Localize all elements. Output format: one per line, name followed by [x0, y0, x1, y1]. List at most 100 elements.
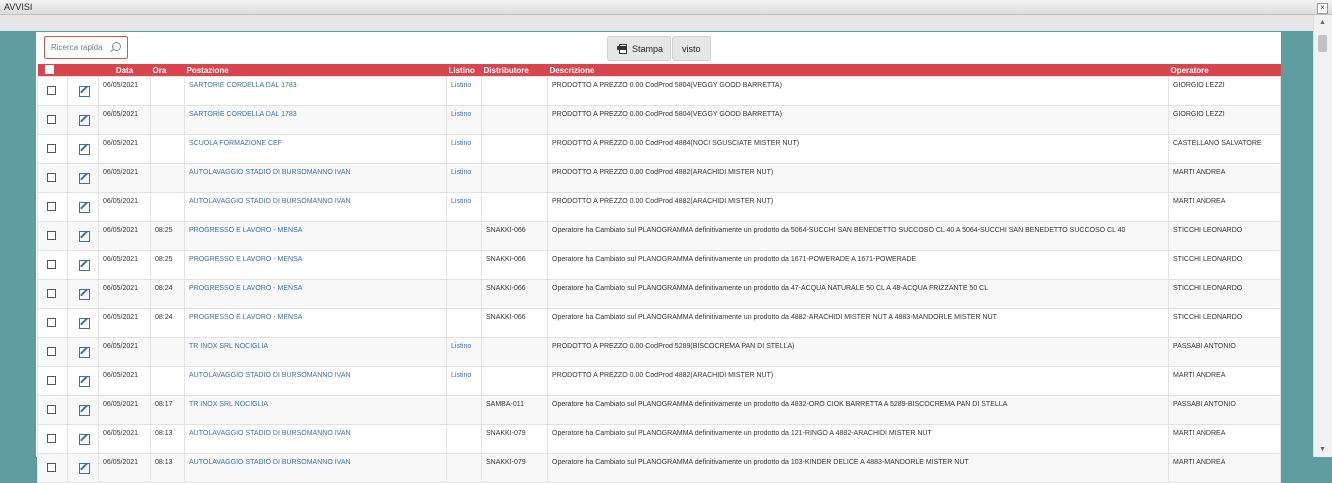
cell-price-list[interactable]: Listino — [446, 366, 482, 396]
edit-icon[interactable] — [79, 115, 90, 126]
table-row[interactable]: 06/05/2021 SARTORIE CORDELLA DAL 1783 List… — [37, 76, 1281, 106]
search-icon[interactable] — [112, 42, 121, 51]
cell-location[interactable]: SARTORIE CORDELLA DAL 1783 — [184, 76, 447, 106]
cell-description: PRODOTTO A PREZZO 0.00 CodProd 5804(VEGG… — [547, 105, 1169, 135]
column-header[interactable]: Postazione — [185, 64, 447, 77]
edit-icon[interactable] — [79, 86, 90, 97]
scroll-up-icon[interactable]: ▲ — [1319, 19, 1326, 26]
edit-icon[interactable] — [79, 463, 90, 474]
cell-price-list[interactable]: Listino — [446, 163, 482, 193]
cell-price-list[interactable] — [446, 221, 482, 251]
row-edit-cell — [67, 395, 99, 425]
row-select-cell — [37, 134, 68, 164]
row-checkbox[interactable] — [47, 115, 56, 124]
row-checkbox[interactable] — [47, 289, 56, 298]
cell-location[interactable]: AUTOLAVAGGIO STADIO DI BURSOMANNO IVAN — [184, 424, 447, 454]
column-header[interactable]: Descrizione — [548, 64, 1169, 77]
edit-icon[interactable] — [79, 173, 90, 184]
table-row[interactable]: 06/05/2021 08:13 AUTOLAVAGGIO STADIO DI BU… — [37, 424, 1281, 454]
cell-location[interactable]: AUTOLAVAGGIO STADIO DI BURSOMANNO IVAN — [184, 453, 447, 483]
cell-price-list[interactable]: Listino — [446, 105, 482, 135]
cell-operator: STICCHI LEONARDO — [1168, 250, 1281, 280]
top-strip — [0, 15, 1314, 31]
row-checkbox[interactable] — [47, 434, 56, 443]
table-row[interactable]: 06/05/2021 08:25 PROGRESSO E LAVORO - MENS… — [37, 250, 1281, 280]
cell-date: 06/05/2021 — [98, 221, 151, 251]
row-checkbox[interactable] — [47, 347, 56, 356]
column-header[interactable]: Distributore — [482, 64, 548, 77]
row-checkbox[interactable] — [47, 86, 56, 95]
table-row[interactable]: 06/05/2021 SARTORIE CORDELLA DAL 1783 List… — [37, 105, 1281, 135]
cell-price-list[interactable] — [446, 279, 482, 309]
table-row[interactable]: 06/05/2021 AUTOLAVAGGIO STADIO DI BURSOMA… — [37, 366, 1281, 396]
column-header[interactable]: Operatore — [1169, 64, 1281, 77]
cell-location[interactable]: AUTOLAVAGGIO STADIO DI BURSOMANNO IVAN — [184, 163, 447, 193]
cell-operator: GIORGIO LEZZI — [1168, 76, 1281, 106]
table-row[interactable]: 06/05/2021 08:25 PROGRESSO E LAVORO - MENS… — [37, 221, 1281, 251]
table-row[interactable]: 06/05/2021 08:17 TR INOX SRL NOCIGLIA SAMBA… — [37, 395, 1281, 425]
column-header[interactable]: Data — [99, 64, 151, 77]
edit-icon[interactable] — [79, 347, 90, 358]
cell-location[interactable]: PROGRESSO E LAVORO - MENSA — [184, 308, 447, 338]
cell-location[interactable]: SARTORIE CORDELLA DAL 1783 — [184, 105, 447, 135]
row-select-cell — [37, 366, 68, 396]
row-checkbox[interactable] — [47, 231, 56, 240]
search-input[interactable]: Ricerca rapida — [44, 36, 128, 59]
search-placeholder: Ricerca rapida — [51, 43, 103, 52]
cell-price-list[interactable]: Listino — [446, 76, 482, 106]
scroll-down-icon[interactable]: ▼ — [1319, 446, 1326, 453]
table-row[interactable]: 06/05/2021 TR INOX SRL NOCIGLIA Listino PRO… — [37, 337, 1281, 367]
cell-price-list[interactable] — [446, 424, 482, 454]
edit-icon[interactable] — [79, 434, 90, 445]
table-row[interactable]: 06/05/2021 SCUOLA FORMAZIONE CEF Listino PR… — [37, 134, 1281, 164]
row-checkbox[interactable] — [47, 405, 56, 414]
table-row[interactable]: 06/05/2021 08:24 PROGRESSO E LAVORO - MENS… — [37, 279, 1281, 309]
scroll-thumb[interactable] — [1318, 35, 1327, 52]
edit-icon[interactable] — [79, 202, 90, 213]
cell-price-list[interactable]: Listino — [446, 192, 482, 222]
cell-location[interactable]: AUTOLAVAGGIO STADIO DI BURSOMANNO IVAN — [184, 366, 447, 396]
column-header[interactable]: Ora — [151, 64, 185, 77]
column-header[interactable]: Listino — [447, 64, 482, 77]
cell-location[interactable]: SCUOLA FORMAZIONE CEF — [184, 134, 447, 164]
seen-button[interactable]: visto — [672, 36, 711, 61]
row-checkbox[interactable] — [47, 202, 56, 211]
row-checkbox[interactable] — [47, 173, 56, 182]
row-checkbox[interactable] — [47, 318, 56, 327]
edit-icon[interactable] — [79, 318, 90, 329]
edit-icon[interactable] — [79, 231, 90, 242]
cell-price-list[interactable]: Listino — [446, 337, 482, 367]
row-checkbox[interactable] — [47, 463, 56, 472]
select-all-checkbox[interactable] — [44, 65, 54, 74]
cell-price-list[interactable] — [446, 453, 482, 483]
cell-location[interactable]: TR INOX SRL NOCIGLIA — [184, 395, 447, 425]
table-row[interactable]: 06/05/2021 AUTOLAVAGGIO STADIO DI BURSOMA… — [37, 163, 1281, 193]
cell-date: 06/05/2021 — [98, 250, 151, 280]
vertical-scrollbar[interactable]: ▲ ▼ — [1313, 15, 1332, 457]
cell-price-list[interactable] — [446, 308, 482, 338]
cell-location[interactable]: PROGRESSO E LAVORO - MENSA — [184, 250, 447, 280]
cell-location[interactable]: AUTOLAVAGGIO STADIO DI BURSOMANNO IVAN — [184, 192, 447, 222]
cell-time: 08:24 — [150, 279, 185, 309]
cell-distributor — [481, 337, 548, 367]
cell-price-list[interactable] — [446, 250, 482, 280]
table-row[interactable]: 06/05/2021 08:13 AUTOLAVAGGIO STADIO DI BU… — [37, 453, 1281, 483]
window-titlebar: AVVISI × — [0, 0, 1332, 15]
print-button[interactable]: Stampa — [607, 36, 671, 61]
cell-price-list[interactable] — [446, 395, 482, 425]
table-row[interactable]: 06/05/2021 08:24 PROGRESSO E LAVORO - MENS… — [37, 308, 1281, 338]
cell-price-list[interactable]: Listino — [446, 134, 482, 164]
edit-icon[interactable] — [79, 405, 90, 416]
cell-location[interactable]: PROGRESSO E LAVORO - MENSA — [184, 221, 447, 251]
edit-icon[interactable] — [79, 289, 90, 300]
edit-icon[interactable] — [79, 376, 90, 387]
table-row[interactable]: 06/05/2021 AUTOLAVAGGIO STADIO DI BURSOMA… — [37, 192, 1281, 222]
close-icon[interactable]: × — [1317, 3, 1328, 14]
cell-location[interactable]: TR INOX SRL NOCIGLIA — [184, 337, 447, 367]
edit-icon[interactable] — [79, 144, 90, 155]
edit-icon[interactable] — [79, 260, 90, 271]
row-checkbox[interactable] — [47, 144, 56, 153]
row-checkbox[interactable] — [47, 260, 56, 269]
row-checkbox[interactable] — [47, 376, 56, 385]
cell-location[interactable]: PROGRESSO E LAVORO - MENSA — [184, 279, 447, 309]
